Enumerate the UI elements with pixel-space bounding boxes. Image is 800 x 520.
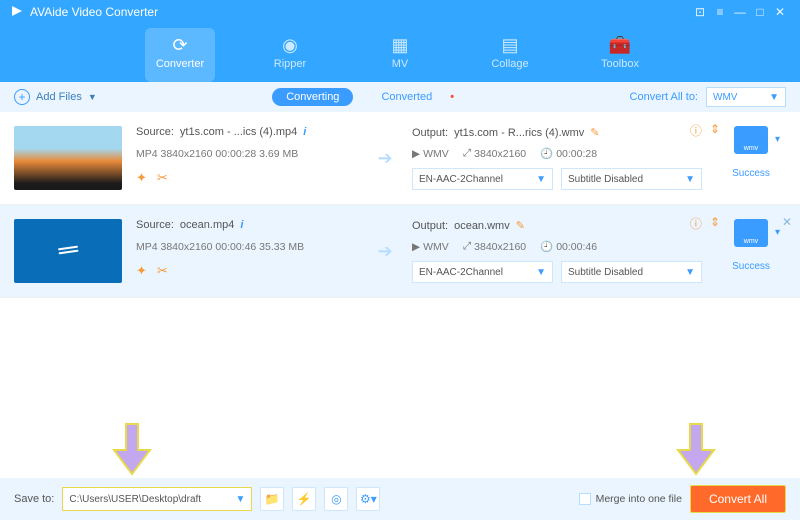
thumbnail[interactable] bbox=[14, 126, 122, 190]
app-logo-icon bbox=[10, 4, 24, 21]
subtitle-select[interactable]: Subtitle Disabled▼ bbox=[561, 261, 702, 283]
annotation-arrow-icon bbox=[674, 422, 718, 476]
annotation-arrow-icon bbox=[110, 422, 154, 476]
trim-icon[interactable]: ✂ bbox=[157, 170, 168, 186]
output-resolution: ⤢ 3840x2160 bbox=[463, 240, 526, 253]
info-icon[interactable]: i bbox=[240, 219, 243, 231]
audio-track-select[interactable]: EN-AAC-2Channel▼ bbox=[412, 261, 553, 283]
open-folder-button[interactable]: 📁 bbox=[260, 487, 284, 511]
output-format: ▶ WMV bbox=[412, 241, 449, 253]
gpu-accel-button[interactable]: ⚡ bbox=[292, 487, 316, 511]
menu-icon[interactable]: ≡ bbox=[710, 5, 730, 19]
file-item: ✕ Source: ocean.mp4 i MP4 3840x2160 00:0… bbox=[0, 205, 800, 298]
file-list: Source: yt1s.com - ...ics (4).mp4 i MP4 … bbox=[0, 112, 800, 298]
toolbox-icon: 🧰 bbox=[585, 32, 655, 58]
queue-tabs: Converting Converted • bbox=[272, 88, 454, 106]
compress-icon[interactable]: ⇕ bbox=[710, 215, 720, 232]
file-item: Source: yt1s.com - ...ics (4).mp4 i MP4 … bbox=[0, 112, 800, 205]
save-path-select[interactable]: C:\Users\USER\Desktop\draft▼ bbox=[62, 487, 252, 511]
settings-button[interactable]: ⚙▾ bbox=[356, 487, 380, 511]
output-filename: ocean.wmv bbox=[454, 220, 510, 232]
save-to-label: Save to: bbox=[14, 493, 54, 505]
effects-icon[interactable]: ✦ bbox=[136, 263, 147, 279]
sub-bar: + Add Files ▼ Converting Converted • Con… bbox=[0, 82, 800, 112]
tab-converting[interactable]: Converting bbox=[272, 88, 353, 106]
trim-icon[interactable]: ✂ bbox=[157, 263, 168, 279]
bottom-bar: Save to: C:\Users\USER\Desktop\draft▼ 📁 … bbox=[0, 478, 800, 520]
maximize-icon[interactable]: □ bbox=[750, 5, 770, 19]
titlebar: AVAide Video Converter ⊡ ≡ — □ ✕ bbox=[0, 0, 800, 24]
badge-dot-icon: • bbox=[450, 91, 454, 103]
convert-all-format-select[interactable]: WMV▼ bbox=[706, 87, 786, 107]
arrow-right-icon: ➔ bbox=[372, 148, 398, 169]
feedback-icon[interactable]: ⊡ bbox=[690, 5, 710, 19]
app-title: AVAide Video Converter bbox=[30, 5, 158, 19]
output-duration: 🕘 00:00:28 bbox=[540, 147, 597, 160]
convert-all-to: Convert All to: WMV▼ bbox=[630, 87, 786, 107]
source-meta: MP4 3840x2160 00:00:28 3.69 MB bbox=[136, 148, 358, 160]
tab-converter[interactable]: ⟳Converter bbox=[145, 28, 215, 82]
output-format-button[interactable]: wmv bbox=[734, 219, 768, 247]
tab-ripper[interactable]: ◉Ripper bbox=[255, 28, 325, 82]
output-format: ▶ WMV bbox=[412, 148, 449, 160]
output-duration: 🕘 00:00:46 bbox=[540, 240, 597, 253]
collage-icon: ▤ bbox=[475, 32, 545, 58]
chevron-down-icon: ▼ bbox=[769, 92, 779, 103]
audio-track-select[interactable]: EN-AAC-2Channel▼ bbox=[412, 168, 553, 190]
status-label: Success bbox=[716, 168, 786, 179]
compress-icon[interactable]: ⇕ bbox=[710, 122, 720, 139]
output-format-button[interactable]: wmv bbox=[734, 126, 768, 154]
arrow-right-icon: ➔ bbox=[372, 241, 398, 262]
chevron-down-icon: ▼ bbox=[88, 92, 97, 102]
info-icon[interactable]: ⓘ bbox=[690, 122, 702, 139]
close-icon[interactable]: ✕ bbox=[770, 5, 790, 19]
output-resolution: ⤢ 3840x2160 bbox=[463, 147, 526, 160]
add-files-button[interactable]: + Add Files ▼ bbox=[14, 89, 97, 105]
main-nav: ⟳Converter ◉Ripper ▦MV ▤Collage 🧰Toolbox bbox=[0, 24, 800, 82]
remove-item-icon[interactable]: ✕ bbox=[782, 215, 792, 229]
plus-icon: + bbox=[14, 89, 30, 105]
converter-icon: ⟳ bbox=[145, 32, 215, 58]
mv-icon: ▦ bbox=[365, 32, 435, 58]
subtitle-select[interactable]: Subtitle Disabled▼ bbox=[561, 168, 702, 190]
info-icon[interactable]: i bbox=[303, 126, 306, 138]
tab-mv[interactable]: ▦MV bbox=[365, 28, 435, 82]
rename-icon[interactable]: ✎ bbox=[516, 219, 525, 232]
status-label: Success bbox=[716, 261, 786, 272]
minimize-icon[interactable]: — bbox=[730, 5, 750, 19]
output-filename: yt1s.com - R...rics (4).wmv bbox=[454, 127, 584, 139]
tab-collage[interactable]: ▤Collage bbox=[475, 28, 545, 82]
source-meta: MP4 3840x2160 00:00:46 35.33 MB bbox=[136, 241, 358, 253]
ripper-icon: ◉ bbox=[255, 32, 325, 58]
info-icon[interactable]: ⓘ bbox=[690, 215, 702, 232]
checkbox-icon bbox=[579, 493, 591, 505]
high-speed-button[interactable]: ◎ bbox=[324, 487, 348, 511]
effects-icon[interactable]: ✦ bbox=[136, 170, 147, 186]
convert-all-button[interactable]: Convert All bbox=[690, 485, 786, 513]
source-filename: ocean.mp4 bbox=[180, 219, 234, 231]
merge-checkbox[interactable]: Merge into one file bbox=[579, 493, 682, 505]
source-filename: yt1s.com - ...ics (4).mp4 bbox=[180, 126, 297, 138]
tab-toolbox[interactable]: 🧰Toolbox bbox=[585, 28, 655, 82]
thumbnail[interactable] bbox=[14, 219, 122, 283]
tab-converted[interactable]: Converted bbox=[367, 88, 446, 106]
rename-icon[interactable]: ✎ bbox=[590, 126, 599, 139]
